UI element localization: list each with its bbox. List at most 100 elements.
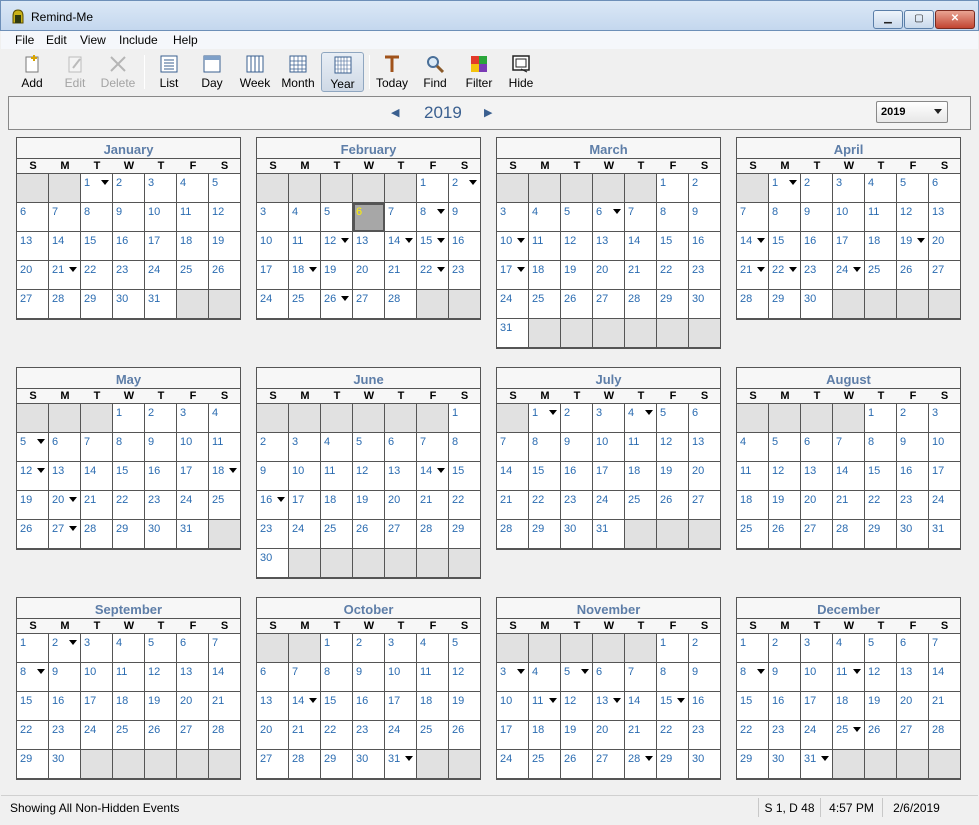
- day-cell[interactable]: 28: [417, 520, 449, 549]
- day-cell[interactable]: 30: [353, 750, 385, 779]
- day-cell[interactable]: 8: [417, 203, 449, 232]
- day-cell[interactable]: 24: [289, 520, 321, 549]
- day-cell[interactable]: 23: [449, 261, 480, 290]
- day-cell[interactable]: 25: [737, 520, 769, 549]
- day-cell[interactable]: 23: [145, 491, 177, 520]
- event-dropdown-arrow-icon[interactable]: [789, 267, 797, 272]
- day-cell[interactable]: 12: [17, 462, 49, 491]
- day-cell[interactable]: 1: [81, 174, 113, 203]
- day-cell[interactable]: 24: [593, 491, 625, 520]
- day-cell[interactable]: 15: [769, 232, 801, 261]
- day-cell[interactable]: 30: [689, 750, 720, 779]
- day-cell[interactable]: 19: [769, 491, 801, 520]
- day-cell[interactable]: 5: [449, 634, 480, 663]
- day-cell[interactable]: 2: [689, 174, 720, 203]
- day-cell[interactable]: 24: [929, 491, 960, 520]
- day-cell[interactable]: 23: [897, 491, 929, 520]
- day-cell[interactable]: 4: [625, 404, 657, 433]
- day-cell[interactable]: 1: [449, 404, 480, 433]
- day-cell[interactable]: 10: [497, 692, 529, 721]
- day-cell[interactable]: 31: [177, 520, 209, 549]
- menu-edit[interactable]: Edit: [46, 33, 67, 47]
- day-cell[interactable]: 13: [177, 663, 209, 692]
- day-cell[interactable]: 27: [353, 290, 385, 319]
- event-dropdown-arrow-icon[interactable]: [581, 669, 589, 674]
- day-cell[interactable]: 8: [81, 203, 113, 232]
- event-dropdown-arrow-icon[interactable]: [309, 698, 317, 703]
- delete-button[interactable]: Delete: [98, 52, 138, 92]
- day-cell[interactable]: 23: [689, 261, 720, 290]
- day-cell[interactable]: 9: [689, 203, 720, 232]
- month-title[interactable]: April: [737, 138, 960, 159]
- event-dropdown-arrow-icon[interactable]: [821, 756, 829, 761]
- day-cell[interactable]: 1: [657, 634, 689, 663]
- day-cell[interactable]: 2: [897, 404, 929, 433]
- day-cell[interactable]: 10: [593, 433, 625, 462]
- day-cell[interactable]: 27: [257, 750, 289, 779]
- day-cell[interactable]: 19: [897, 232, 929, 261]
- day-cell[interactable]: 18: [417, 692, 449, 721]
- month-title[interactable]: February: [257, 138, 480, 159]
- day-cell[interactable]: 8: [321, 663, 353, 692]
- day-cell[interactable]: 11: [113, 663, 145, 692]
- day-cell[interactable]: 15: [529, 462, 561, 491]
- day-cell[interactable]: 18: [833, 692, 865, 721]
- day-cell[interactable]: 9: [897, 433, 929, 462]
- event-dropdown-arrow-icon[interactable]: [613, 209, 621, 214]
- day-view-button[interactable]: Day: [192, 52, 232, 92]
- day-cell[interactable]: 24: [177, 491, 209, 520]
- day-cell[interactable]: 5: [353, 433, 385, 462]
- close-button[interactable]: ✕: [935, 10, 975, 29]
- day-cell[interactable]: 31: [497, 319, 529, 348]
- day-cell[interactable]: 27: [17, 290, 49, 319]
- menu-file[interactable]: File: [15, 33, 34, 47]
- day-cell[interactable]: 3: [593, 404, 625, 433]
- day-cell[interactable]: 27: [49, 520, 81, 549]
- day-cell[interactable]: 23: [353, 721, 385, 750]
- day-cell[interactable]: 16: [689, 232, 720, 261]
- day-cell[interactable]: 28: [737, 290, 769, 319]
- day-cell[interactable]: 22: [657, 261, 689, 290]
- day-cell[interactable]: 16: [145, 462, 177, 491]
- day-cell[interactable]: 24: [145, 261, 177, 290]
- day-cell[interactable]: 28: [209, 721, 240, 750]
- day-cell[interactable]: 5: [897, 174, 929, 203]
- day-cell[interactable]: 23: [561, 491, 593, 520]
- day-cell[interactable]: 10: [385, 663, 417, 692]
- event-dropdown-arrow-icon[interactable]: [757, 267, 765, 272]
- day-cell[interactable]: 21: [737, 261, 769, 290]
- day-cell[interactable]: 3: [177, 404, 209, 433]
- day-cell[interactable]: 25: [113, 721, 145, 750]
- day-cell[interactable]: 16: [449, 232, 480, 261]
- day-cell[interactable]: 7: [929, 634, 960, 663]
- day-cell[interactable]: 15: [17, 692, 49, 721]
- day-cell[interactable]: 20: [593, 261, 625, 290]
- day-cell[interactable]: 5: [561, 663, 593, 692]
- day-cell[interactable]: 13: [17, 232, 49, 261]
- day-cell[interactable]: 20: [929, 232, 960, 261]
- day-cell[interactable]: 13: [801, 462, 833, 491]
- event-dropdown-arrow-icon[interactable]: [37, 669, 45, 674]
- day-cell[interactable]: 13: [929, 203, 960, 232]
- day-cell[interactable]: 6: [353, 203, 385, 232]
- day-cell[interactable]: 27: [385, 520, 417, 549]
- day-cell[interactable]: 21: [385, 261, 417, 290]
- event-dropdown-arrow-icon[interactable]: [341, 296, 349, 301]
- day-cell[interactable]: 10: [289, 462, 321, 491]
- day-cell[interactable]: 11: [865, 203, 897, 232]
- month-title[interactable]: July: [497, 368, 720, 389]
- day-cell[interactable]: 18: [625, 462, 657, 491]
- day-cell[interactable]: 7: [417, 433, 449, 462]
- day-cell[interactable]: 14: [49, 232, 81, 261]
- day-cell[interactable]: 21: [209, 692, 240, 721]
- month-title[interactable]: March: [497, 138, 720, 159]
- month-title[interactable]: May: [17, 368, 240, 389]
- day-cell[interactable]: 23: [113, 261, 145, 290]
- event-dropdown-arrow-icon[interactable]: [517, 669, 525, 674]
- day-cell[interactable]: 29: [449, 520, 480, 549]
- day-cell[interactable]: 17: [593, 462, 625, 491]
- day-cell[interactable]: 6: [385, 433, 417, 462]
- day-cell[interactable]: 19: [209, 232, 240, 261]
- day-cell[interactable]: 13: [353, 232, 385, 261]
- day-cell[interactable]: 7: [625, 203, 657, 232]
